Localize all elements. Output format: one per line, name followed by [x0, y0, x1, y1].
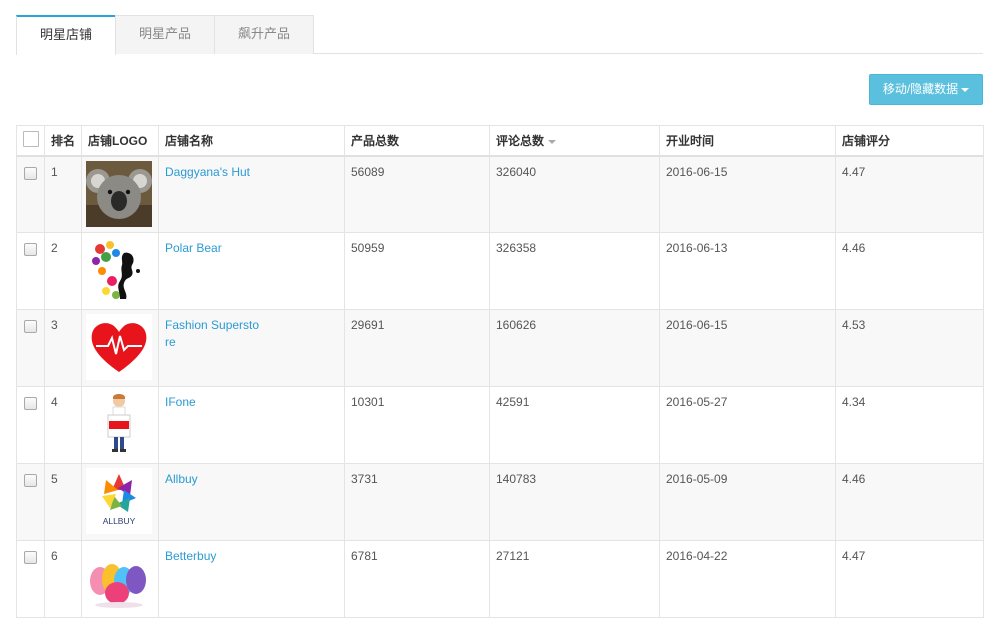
tab-star-shops[interactable]: 明星店铺	[16, 15, 116, 55]
header-logo[interactable]: 店铺LOGO	[81, 125, 159, 157]
rating-cell: 4.47	[835, 155, 984, 233]
logo-cell	[81, 232, 159, 310]
row-checkbox[interactable]	[24, 551, 37, 564]
tab-star-products[interactable]: 明星产品	[115, 15, 215, 54]
chevron-down-icon	[961, 87, 970, 92]
products-cell: 10301	[344, 386, 490, 464]
shop-name-link[interactable]: Polar Bear	[165, 241, 222, 255]
allbuy-logo: ALLBUY	[86, 468, 152, 534]
rank-cell: 4	[44, 386, 82, 464]
row-select-cell	[16, 309, 45, 387]
products-cell: 3731	[344, 463, 490, 541]
rating-cell: 4.47	[835, 540, 984, 618]
move-hide-data-button[interactable]: 移动/隐藏数据	[869, 74, 983, 105]
rating-cell: 4.46	[835, 232, 984, 310]
select-all-checkbox[interactable]	[22, 130, 39, 147]
header-reviews-label: 评论总数	[496, 133, 545, 148]
name-cell: Fashion Superstore	[158, 309, 345, 387]
name-cell: Allbuy	[158, 463, 345, 541]
products-cell: 56089	[344, 155, 490, 233]
row-select-cell	[16, 540, 45, 618]
products-cell: 50959	[344, 232, 490, 310]
logo-cell	[81, 540, 159, 618]
rank-cell: 5	[44, 463, 82, 541]
reviews-cell: 326040	[489, 155, 660, 233]
row-select-cell	[16, 386, 45, 464]
table-row: 3 Fashion Superstore 29691 160626 2016-0…	[16, 309, 984, 387]
name-cell: Polar Bear	[158, 232, 345, 310]
shop-table: 排名 店铺LOGO 店铺名称 产品总数 评论总数 开业时间 店铺评分 1 Dag…	[16, 125, 984, 618]
logo-cell	[81, 155, 159, 233]
products-cell: 29691	[344, 309, 490, 387]
reviews-cell: 42591	[489, 386, 660, 464]
table-row: 2 Polar Bear 50959 326358 2016-06-13 4.4…	[16, 232, 984, 310]
koala-photo-logo	[86, 160, 152, 227]
table-row: 6 Betterbuy 6781 27121 2016-04-22 4.47	[16, 540, 984, 618]
table-row: 4 IFone 10301 42591 2016-05-27 4.34	[16, 386, 984, 464]
table-row: 5 ALLBUY Allbuy 3731 140783 2016-05-09 4	[16, 463, 984, 541]
name-cell: Betterbuy	[158, 540, 345, 618]
reviews-cell: 140783	[489, 463, 660, 541]
logo-cell: ALLBUY	[81, 463, 159, 541]
butterfly-woman-logo	[86, 237, 152, 303]
rank-cell: 3	[44, 309, 82, 387]
opened-cell: 2016-06-15	[659, 155, 836, 233]
rank-cell: 6	[44, 540, 82, 618]
table-header-row: 排名 店铺LOGO 店铺名称 产品总数 评论总数 开业时间 店铺评分	[16, 125, 984, 157]
makeup-sponges-logo	[86, 545, 152, 611]
red-heart-logo	[86, 314, 152, 380]
name-cell: IFone	[158, 386, 345, 464]
header-opened[interactable]: 开业时间	[659, 125, 836, 157]
svg-text:ALLBUY: ALLBUY	[103, 516, 136, 526]
logo-cell	[81, 386, 159, 464]
products-cell: 6781	[344, 540, 490, 618]
shop-name-link[interactable]: Daggyana's Hut	[165, 165, 250, 179]
header-name[interactable]: 店铺名称	[158, 125, 345, 157]
rank-cell: 2	[44, 232, 82, 310]
row-checkbox[interactable]	[24, 166, 37, 180]
row-select-cell	[16, 155, 45, 233]
header-rank[interactable]: 排名	[44, 125, 82, 157]
row-select-cell	[16, 463, 45, 541]
rating-cell: 4.34	[835, 386, 984, 464]
move-hide-data-label: 移动/隐藏数据	[882, 82, 959, 96]
reviews-cell: 326358	[489, 232, 660, 310]
child-sale-bag-logo	[86, 391, 152, 457]
logo-cell	[81, 309, 159, 387]
opened-cell: 2016-05-27	[659, 386, 836, 464]
header-rating[interactable]: 店铺评分	[835, 125, 984, 157]
shop-name-link[interactable]: Allbuy	[165, 472, 198, 486]
table-row: 1 Daggyana's Hut 56089 326040 2016-06-15…	[16, 155, 984, 233]
row-checkbox[interactable]	[24, 320, 37, 333]
header-products[interactable]: 产品总数	[344, 125, 490, 157]
row-checkbox[interactable]	[24, 243, 37, 256]
sort-desc-icon	[548, 139, 557, 144]
rank-cell: 1	[44, 155, 82, 233]
tab-bar: 明星店铺 明星产品 飙升产品	[16, 15, 983, 55]
name-cell: Daggyana's Hut	[158, 155, 345, 233]
row-checkbox[interactable]	[24, 397, 37, 410]
tab-rising-products[interactable]: 飙升产品	[214, 15, 314, 54]
header-reviews[interactable]: 评论总数	[489, 125, 660, 157]
rating-cell: 4.46	[835, 463, 984, 541]
reviews-cell: 160626	[489, 309, 660, 387]
shop-name-link[interactable]: IFone	[165, 395, 196, 409]
opened-cell: 2016-06-15	[659, 309, 836, 387]
rating-cell: 4.53	[835, 309, 984, 387]
row-select-cell	[16, 232, 45, 310]
shop-name-link[interactable]: Fashion Superstore	[165, 317, 260, 351]
opened-cell: 2016-06-13	[659, 232, 836, 310]
select-all-header	[16, 125, 45, 157]
reviews-cell: 27121	[489, 540, 660, 618]
row-checkbox[interactable]	[24, 474, 37, 487]
opened-cell: 2016-04-22	[659, 540, 836, 618]
shop-name-link[interactable]: Betterbuy	[165, 549, 216, 563]
opened-cell: 2016-05-09	[659, 463, 836, 541]
